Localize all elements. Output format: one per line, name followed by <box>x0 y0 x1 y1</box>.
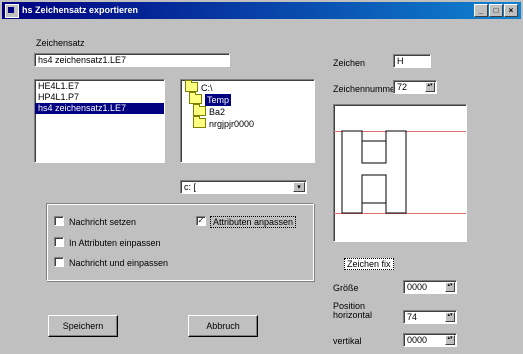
vertikal-spinner[interactable]: 0000 ▴▾ <box>403 333 457 347</box>
nachricht-und-checkbox[interactable] <box>54 257 64 267</box>
position-label-line2: horizontal <box>333 310 373 320</box>
drive-select[interactable]: c: [ ▾ <box>180 180 307 194</box>
file-list-item[interactable]: HP4L1.P7 <box>35 92 164 103</box>
charset-label: Zeichensatz <box>36 38 85 48</box>
spin-arrows-icon[interactable]: ▴▾ <box>445 312 455 322</box>
position-value: 74 <box>407 312 418 322</box>
dir-label: C:\ <box>201 83 213 93</box>
drive-value: c: [ <box>184 182 197 192</box>
vertikal-label: vertikal <box>333 336 362 346</box>
spin-arrows-icon[interactable]: ▴▾ <box>425 82 435 92</box>
zeichennummer-label: Zeichennummer <box>333 84 399 94</box>
dir-label: Ba2 <box>209 107 226 117</box>
groesse-spinner[interactable]: 0000 ▴▾ <box>403 280 457 294</box>
zeichennummer-value: 72 <box>397 82 408 92</box>
nachricht-setzen-checkbox[interactable] <box>54 216 64 226</box>
open-folder-icon <box>185 80 198 92</box>
directory-list[interactable]: C:\ Temp Ba2 nrgjpjr0000 <box>180 79 315 163</box>
folder-icon <box>193 116 206 128</box>
zeichen-label: Zeichen <box>333 58 366 68</box>
open-folder-icon <box>189 92 202 104</box>
zeichen-fix-label: Zeichen fix <box>344 258 394 270</box>
nachricht-und-label: Nachricht und einpassen <box>69 258 169 268</box>
dir-item-ba2[interactable]: Ba2 <box>185 104 314 118</box>
maximize-button[interactable]: □ <box>489 4 503 17</box>
title-bar[interactable]: hs Zeichensatz exportieren _ □ × <box>2 2 521 19</box>
attributen-anpassen-checkbox[interactable]: ✓ <box>196 216 206 226</box>
dir-label: nrgjpjr0000 <box>209 119 255 129</box>
zeichennummer-spinner[interactable]: 72 ▴▾ <box>393 80 437 94</box>
position-horizontal-spinner[interactable]: 74 ▴▾ <box>403 310 457 324</box>
spin-arrows-icon[interactable]: ▴▾ <box>445 282 455 292</box>
nachricht-setzen-label: Nachricht setzen <box>69 217 137 227</box>
vertikal-value: 0000 <box>407 335 428 345</box>
abbruch-button[interactable]: Abbruch <box>188 315 258 337</box>
dir-item-temp[interactable]: Temp <box>185 92 314 106</box>
app-icon <box>5 4 19 18</box>
export-dialog: hs Zeichensatz exportieren _ □ × Zeichensa… <box>0 0 523 354</box>
groesse-value: 0000 <box>407 282 428 292</box>
file-list-item[interactable]: HE4L1.E7 <box>35 81 164 92</box>
in-attributen-checkbox[interactable] <box>54 237 64 247</box>
dir-item-nrg[interactable]: nrgjpjr0000 <box>185 116 314 130</box>
in-attributen-label: In Attributen einpassen <box>69 238 161 248</box>
minimize-button[interactable]: _ <box>474 4 488 17</box>
folder-icon <box>193 104 206 116</box>
speichern-button[interactable]: Speichern <box>48 315 118 337</box>
file-list-item-selected[interactable]: hs4 zeichensatz1.LE7 <box>35 103 164 114</box>
groesse-label: Größe <box>333 283 359 293</box>
glyph-outline <box>341 130 407 214</box>
glyph-preview <box>333 104 467 242</box>
dir-label-selected: Temp <box>205 94 232 106</box>
chevron-down-icon[interactable]: ▾ <box>293 182 305 192</box>
spin-arrows-icon[interactable]: ▴▾ <box>445 335 455 345</box>
window-title: hs Zeichensatz exportieren <box>22 5 139 15</box>
charset-name-field[interactable]: hs4 zeichensatz1.LE7 <box>34 53 230 67</box>
position-label: Position horizontal <box>333 302 372 320</box>
dir-item-root[interactable]: C:\ <box>185 80 314 94</box>
attributen-anpassen-label: Attributen anpassen <box>210 216 297 228</box>
file-list[interactable]: HE4L1.E7 HP4L1.P7 hs4 zeichensatz1.LE7 <box>34 79 165 163</box>
zeichen-field[interactable]: H <box>393 54 431 68</box>
close-button[interactable]: × <box>504 4 518 17</box>
